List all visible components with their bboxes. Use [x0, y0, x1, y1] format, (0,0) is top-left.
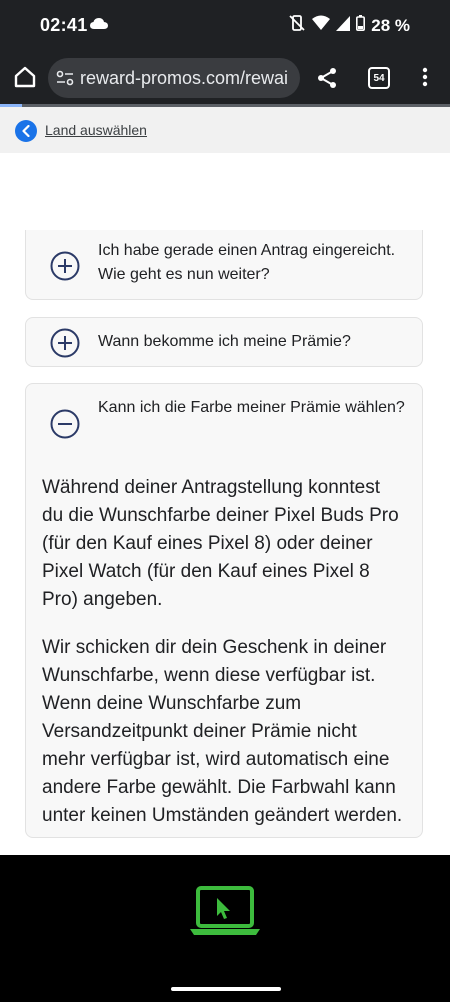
faq-item[interactable]: Wann bekomme ich meine Prämie?: [25, 317, 423, 367]
status-icons: 28 %: [288, 14, 410, 37]
expand-plus-icon[interactable]: [50, 328, 80, 363]
tab-switcher-button[interactable]: 54: [368, 67, 390, 89]
signal-icon: [336, 15, 351, 36]
url-text[interactable]: reward-promos.com/rewai: [80, 68, 288, 89]
browser-toolbar: reward-promos.com/rewai 54: [0, 50, 450, 106]
collapse-minus-icon[interactable]: [50, 409, 80, 444]
status-time: 02:41: [40, 15, 88, 35]
faq-question[interactable]: Wann bekomme ich meine Prämie?: [98, 330, 406, 354]
share-icon[interactable]: [316, 67, 338, 94]
vibrate-off-icon: [288, 14, 306, 37]
laptop-cursor-icon: [190, 885, 260, 942]
address-bar[interactable]: reward-promos.com/rewai: [48, 58, 300, 98]
back-link[interactable]: Land auswählen: [45, 122, 147, 138]
site-settings-icon[interactable]: [56, 69, 74, 92]
back-arrow-icon[interactable]: [15, 120, 37, 142]
bottom-bar: [0, 855, 450, 1002]
status-bar: 02:41 28 %: [0, 0, 450, 50]
expand-plus-icon[interactable]: [50, 251, 80, 286]
faq-answer: Während deiner Antragstellung konntest d…: [42, 474, 404, 850]
faq-item-expanded[interactable]: Kann ich die Farbe meiner Prämie wählen?…: [25, 383, 423, 838]
home-icon[interactable]: [12, 64, 38, 90]
faq-question[interactable]: Kann ich die Farbe meiner Prämie wählen?: [98, 396, 406, 420]
answer-paragraph: Während deiner Antragstellung konntest d…: [42, 477, 399, 610]
faq-item[interactable]: Ich habe gerade einen Antrag eingereicht…: [25, 230, 423, 300]
faq-question[interactable]: Ich habe gerade einen Antrag eingereicht…: [98, 239, 406, 287]
battery-percent: 28 %: [371, 15, 410, 35]
answer-paragraph: Wir schicken dir dein Geschenk in deiner…: [42, 637, 403, 826]
gesture-nav-handle[interactable]: [171, 987, 281, 991]
cloud-icon: [90, 16, 108, 34]
battery-icon: [356, 15, 366, 36]
wifi-icon: [312, 15, 331, 36]
more-menu-icon[interactable]: [422, 67, 428, 92]
back-bar: Land auswählen: [0, 107, 450, 153]
